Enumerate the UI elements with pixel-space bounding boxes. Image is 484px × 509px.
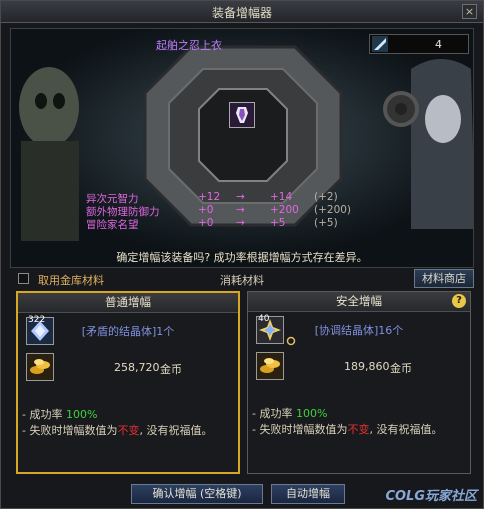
stat-changes: 异次元智力 +12 → +14 (+2) 额外物理防御力 +0 → +200 (… — [86, 191, 386, 231]
success-rate-value: 100% — [65, 408, 98, 421]
amplify-icon — [372, 36, 388, 52]
fail-prefix: 失败时增幅数值为 — [259, 423, 348, 436]
stat-row: 异次元智力 +12 → +14 (+2) — [86, 191, 386, 205]
fail-note: - 失败时增幅数值为不变, 没有祝福值。 — [22, 424, 213, 437]
gold-unit: 金币 — [160, 363, 182, 376]
options-row: 取用金库材料 消耗材料 材料商店 — [10, 269, 474, 289]
consume-materials-label: 消耗材料 — [220, 274, 264, 287]
material-requirement: [协调结晶体]16个 — [314, 324, 404, 337]
arrow-icon: → — [236, 191, 245, 203]
stat-row: 冒险家名望 +0 → +5 (+5) — [86, 217, 386, 231]
fail-prefix: 失败时增幅数值为 — [29, 424, 118, 437]
site-watermark: COLG玩家社区 — [385, 489, 477, 504]
stat-to: +14 — [270, 191, 293, 203]
item-name: 起舶之忍上衣 — [156, 39, 222, 52]
stat-diff: (+5) — [314, 217, 338, 229]
gold-coins-icon — [27, 354, 53, 380]
panel-title: 安全增幅 — [248, 292, 470, 312]
success-rate-label: 成功率 — [259, 407, 293, 420]
fail-suffix: , 没有祝福值。 — [369, 423, 443, 436]
success-rate-value: 100% — [295, 407, 328, 420]
gold-cost: 258,720 — [114, 361, 160, 374]
normal-amplify-panel[interactable]: 普通增幅 322 [矛盾的结晶体]1个 258,720 金币 - 成功率 100… — [16, 291, 240, 474]
gold-cost: 189,860 — [344, 360, 390, 373]
equipment-slot[interactable] — [229, 102, 255, 128]
stat-from: +12 — [198, 191, 221, 203]
fail-unchanged: 不变 — [117, 424, 140, 437]
stat-diff: (+200) — [314, 204, 352, 216]
help-icon[interactable]: ? — [452, 294, 466, 308]
material-shop-button[interactable]: 材料商店 — [414, 269, 474, 288]
fail-suffix: , 没有祝福值。 — [139, 424, 213, 437]
amplifier-window: 装备增幅器 × 起舶之忍上衣 4 异次元智力 +12 → +14 (+2) 额外… — [0, 0, 484, 509]
gold-slot — [256, 352, 284, 380]
close-button[interactable]: × — [462, 4, 477, 19]
stat-name: 冒险家名望 — [86, 219, 139, 231]
confirm-message: 确定增幅该装备吗? 成功率根据增幅方式存在差异。 — [116, 251, 368, 264]
fail-unchanged: 不变 — [347, 423, 370, 436]
gold-slot — [26, 353, 54, 381]
gold-coins-icon — [257, 353, 283, 379]
background-art — [11, 29, 473, 267]
item-preview-panel: 起舶之忍上衣 4 异次元智力 +12 → +14 (+2) 额外物理防御力 +0… — [10, 28, 474, 268]
stat-from: +0 — [198, 204, 214, 216]
success-rate-label: 成功率 — [29, 408, 63, 421]
auto-amplify-button[interactable]: 自动增幅 — [271, 484, 345, 504]
panel-title: 普通增幅 — [18, 293, 238, 313]
confirm-amplify-button[interactable]: 确认增幅 (空格键) — [131, 484, 263, 504]
material-requirement: [矛盾的结晶体]1个 — [81, 325, 175, 338]
arrow-icon: → — [236, 204, 245, 216]
stat-diff: (+2) — [314, 191, 338, 203]
stat-row: 额外物理防御力 +0 → +200 (+200) — [86, 204, 386, 218]
safe-amplify-panel[interactable]: 安全增幅 ? 40 [协调结晶体]16个 189,860 金币 - 成功率 10… — [247, 291, 471, 474]
stat-to: +5 — [270, 217, 286, 229]
arrow-icon: → — [236, 217, 245, 229]
stat-to: +200 — [270, 204, 299, 216]
amplify-level-value: 4 — [435, 38, 442, 51]
amplify-level-display: 4 — [369, 34, 469, 54]
success-rate-line: - 成功率 100% — [252, 407, 328, 420]
titlebar[interactable]: 装备增幅器 × — [1, 1, 483, 23]
fail-note: - 失败时增幅数值为不变, 没有祝福值。 — [252, 423, 443, 436]
armor-item-icon — [230, 103, 254, 127]
success-rate-line: - 成功率 100% — [22, 408, 98, 421]
window-title: 装备增幅器 — [211, 6, 272, 20]
stat-from: +0 — [198, 217, 214, 229]
gold-unit: 金币 — [390, 362, 412, 375]
